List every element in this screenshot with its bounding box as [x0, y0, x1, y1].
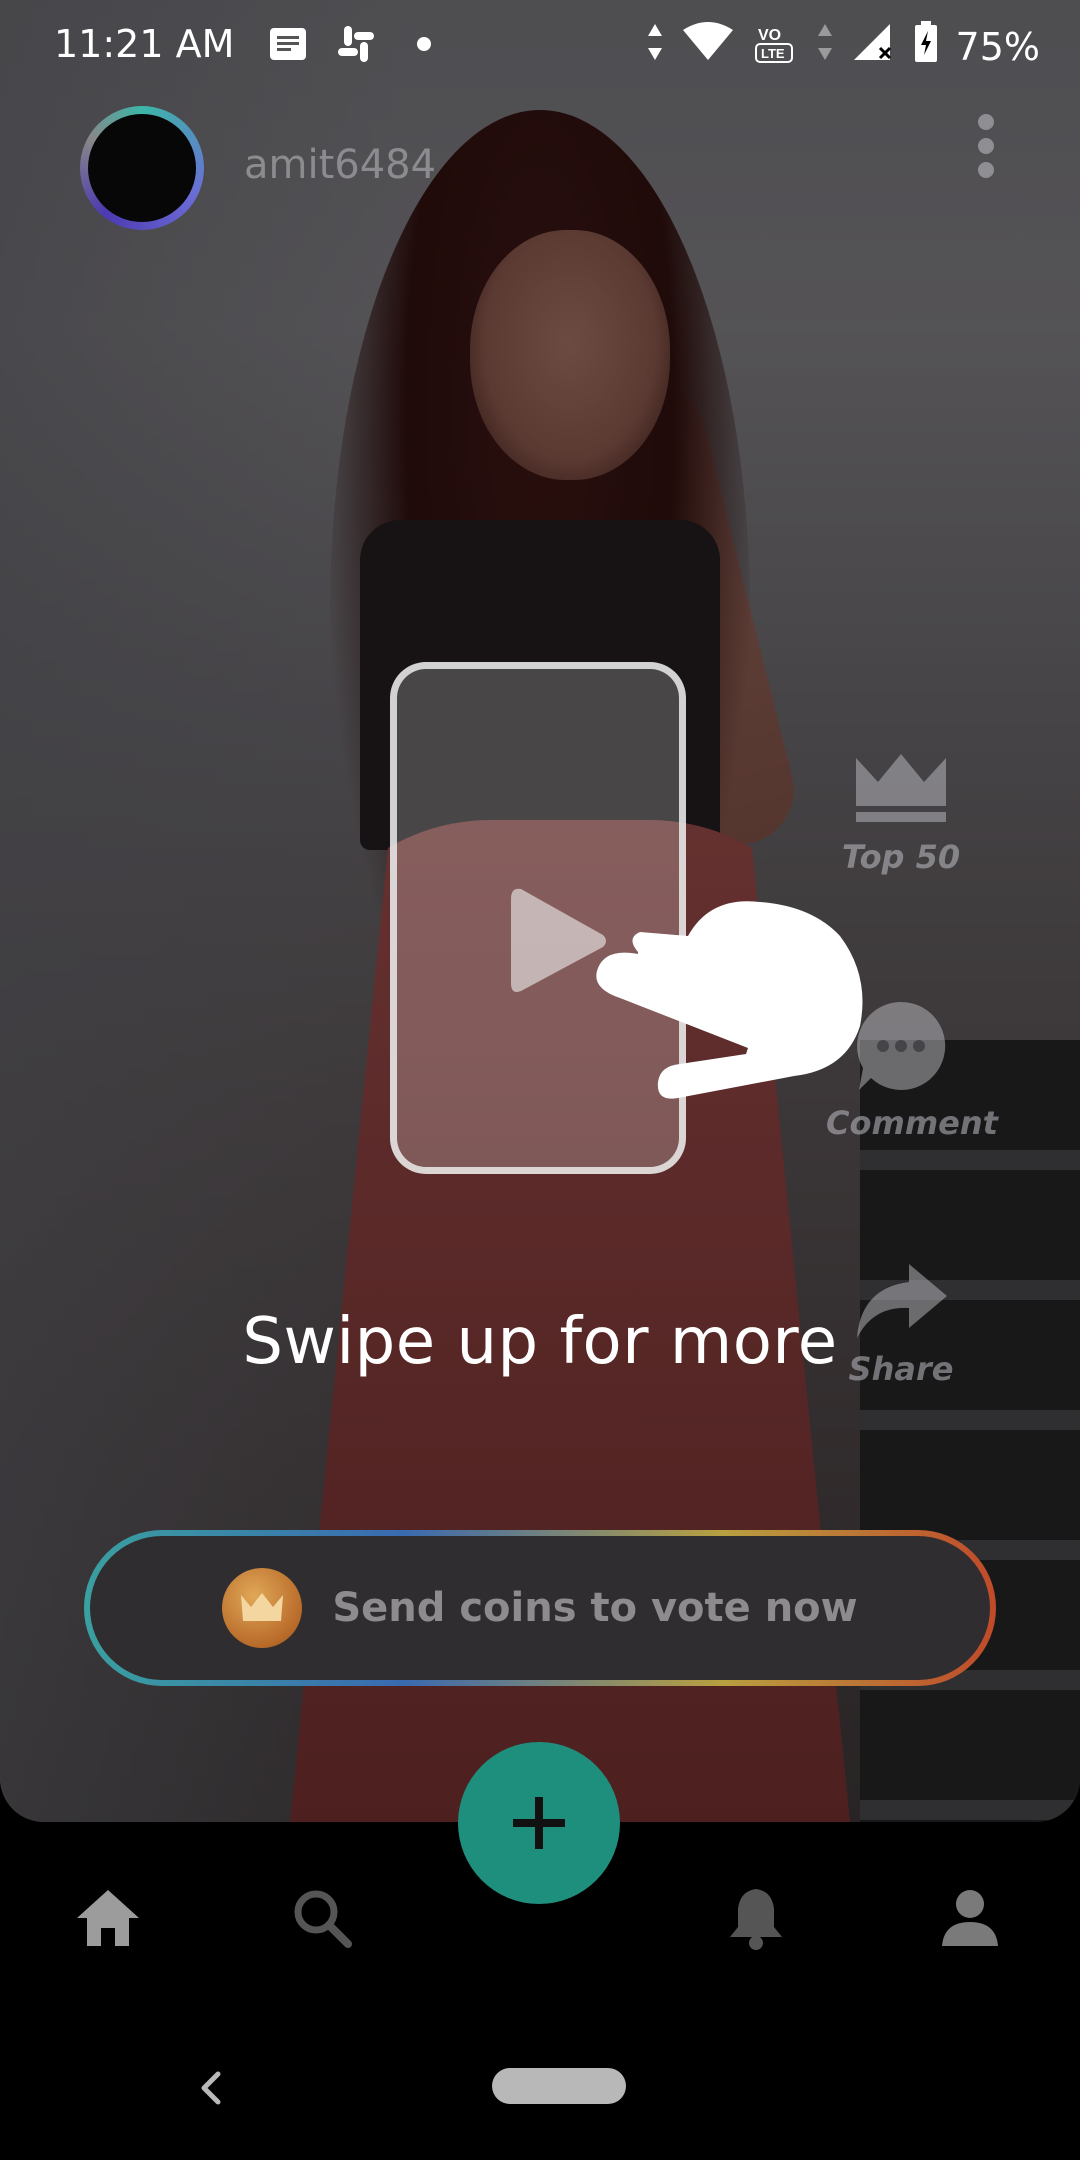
- search-icon: [294, 1890, 352, 1948]
- dot-icon: [404, 24, 444, 64]
- crown-icon: [241, 1593, 284, 1621]
- nav-home[interactable]: [72, 1882, 144, 1954]
- coin-icon: [222, 1568, 303, 1648]
- avatar[interactable]: [80, 106, 204, 230]
- more-dot: [978, 138, 994, 154]
- swipe-up-text: Swipe up for more: [242, 1305, 838, 1379]
- nav-search[interactable]: [286, 1882, 358, 1954]
- username[interactable]: amit6484: [244, 142, 436, 188]
- system-back-icon[interactable]: [192, 2068, 232, 2108]
- data-arrows-icon: [646, 22, 664, 71]
- bottom-nav: [0, 1822, 1080, 2022]
- volte-icon: VO LTE: [752, 20, 798, 73]
- avatar-image: [88, 114, 196, 222]
- battery-percent: 75%: [955, 24, 1040, 69]
- nav-notifications[interactable]: [720, 1882, 792, 1954]
- send-coins-button[interactable]: Send coins to vote now: [84, 1530, 996, 1686]
- more-dot: [978, 114, 994, 130]
- svg-text:VO: VO: [758, 27, 781, 44]
- profile-icon: [942, 1890, 998, 1946]
- data-arrows-icon: [816, 22, 834, 71]
- wifi-icon: [682, 22, 734, 71]
- system-status-icons: VO LTE 75%: [646, 20, 1040, 73]
- system-home-button[interactable]: [492, 2068, 626, 2104]
- more-options-button[interactable]: [966, 108, 1006, 184]
- crown-icon: [856, 754, 946, 822]
- message-icon: [268, 24, 308, 64]
- comment-label: Comment: [826, 1104, 998, 1142]
- more-dot: [978, 162, 994, 178]
- bell-icon: [730, 1889, 782, 1950]
- send-coins-inner: Send coins to vote now: [90, 1536, 990, 1680]
- notification-icons: [268, 24, 444, 64]
- home-icon: [77, 1890, 139, 1946]
- slack-icon: [336, 24, 376, 64]
- svg-text:LTE: LTE: [761, 46, 785, 61]
- battery-icon: [914, 21, 938, 72]
- send-coins-label: Send coins to vote now: [332, 1585, 858, 1631]
- nav-profile[interactable]: [934, 1882, 1006, 1954]
- top50-button[interactable]: Top 50: [826, 752, 976, 876]
- signal-icon: [852, 22, 896, 71]
- top50-label: Top 50: [841, 838, 961, 876]
- status-bar: 11:21 AM VO LTE 75%: [0, 0, 1080, 92]
- status-time: 11:21 AM: [54, 22, 235, 66]
- swipe-hand-icon: [596, 901, 863, 1099]
